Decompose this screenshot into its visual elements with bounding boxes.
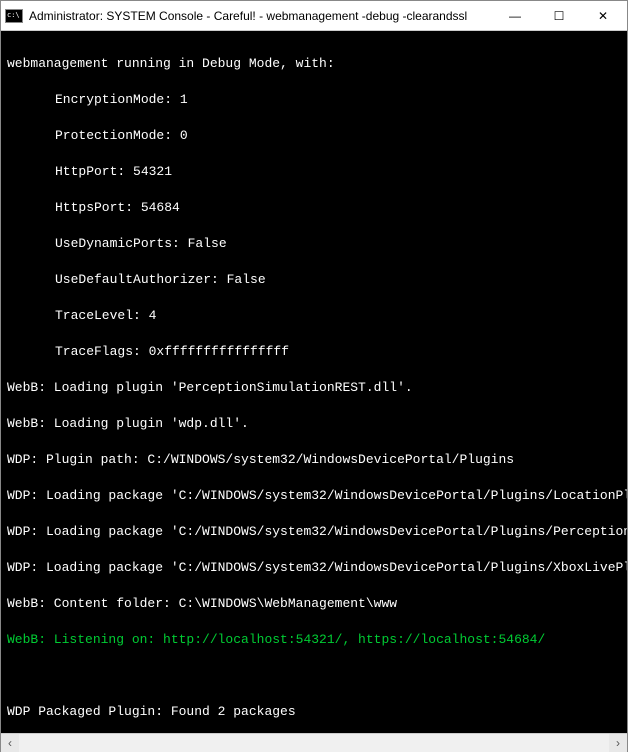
- console-line: WebB: Content folder: C:\WINDOWS\WebMana…: [7, 595, 625, 613]
- horizontal-scrollbar[interactable]: ‹ ›: [1, 733, 627, 751]
- console-window: Administrator: SYSTEM Console - Careful!…: [0, 0, 628, 752]
- console-line: ProtectionMode: 0: [7, 127, 625, 145]
- console-line: WDP: Loading package 'C:/WINDOWS/system3…: [7, 487, 625, 505]
- console-line: HttpPort: 54321: [7, 163, 625, 181]
- window-title: Administrator: SYSTEM Console - Careful!…: [29, 9, 493, 23]
- console-line: TraceFlags: 0xffffffffffffffff: [7, 343, 625, 361]
- console-line: UseDefaultAuthorizer: False: [7, 271, 625, 289]
- console-line-listening: WebB: Listening on: http://localhost:543…: [7, 631, 625, 649]
- console-line: WebB: Loading plugin 'PerceptionSimulati…: [7, 379, 625, 397]
- window-controls: — ☐ ✕: [493, 2, 625, 30]
- console-line: WDP: Plugin path: C:/WINDOWS/system32/Wi…: [7, 451, 625, 469]
- scroll-right-arrow-icon[interactable]: ›: [609, 734, 627, 752]
- console-line: WebB: Loading plugin 'wdp.dll'.: [7, 415, 625, 433]
- console-line: webmanagement running in Debug Mode, wit…: [7, 55, 625, 73]
- console-output: webmanagement running in Debug Mode, wit…: [1, 31, 627, 733]
- scroll-track[interactable]: [19, 734, 609, 752]
- console-line: EncryptionMode: 1: [7, 91, 625, 109]
- console-line: WDP: Loading package 'C:/WINDOWS/system3…: [7, 523, 625, 541]
- console-line: TraceLevel: 4: [7, 307, 625, 325]
- console-line: HttpsPort: 54684: [7, 199, 625, 217]
- scroll-left-arrow-icon[interactable]: ‹: [1, 734, 19, 752]
- console-line: WDP Packaged Plugin: Found 2 packages: [7, 703, 625, 721]
- minimize-button[interactable]: —: [493, 2, 537, 30]
- titlebar[interactable]: Administrator: SYSTEM Console - Careful!…: [1, 1, 627, 31]
- maximize-button[interactable]: ☐: [537, 2, 581, 30]
- cmd-icon: [5, 9, 23, 23]
- console-line: UseDynamicPorts: False: [7, 235, 625, 253]
- close-button[interactable]: ✕: [581, 2, 625, 30]
- console-line: WDP: Loading package 'C:/WINDOWS/system3…: [7, 559, 625, 577]
- console-area[interactable]: webmanagement running in Debug Mode, wit…: [1, 31, 627, 733]
- console-line: [7, 667, 625, 685]
